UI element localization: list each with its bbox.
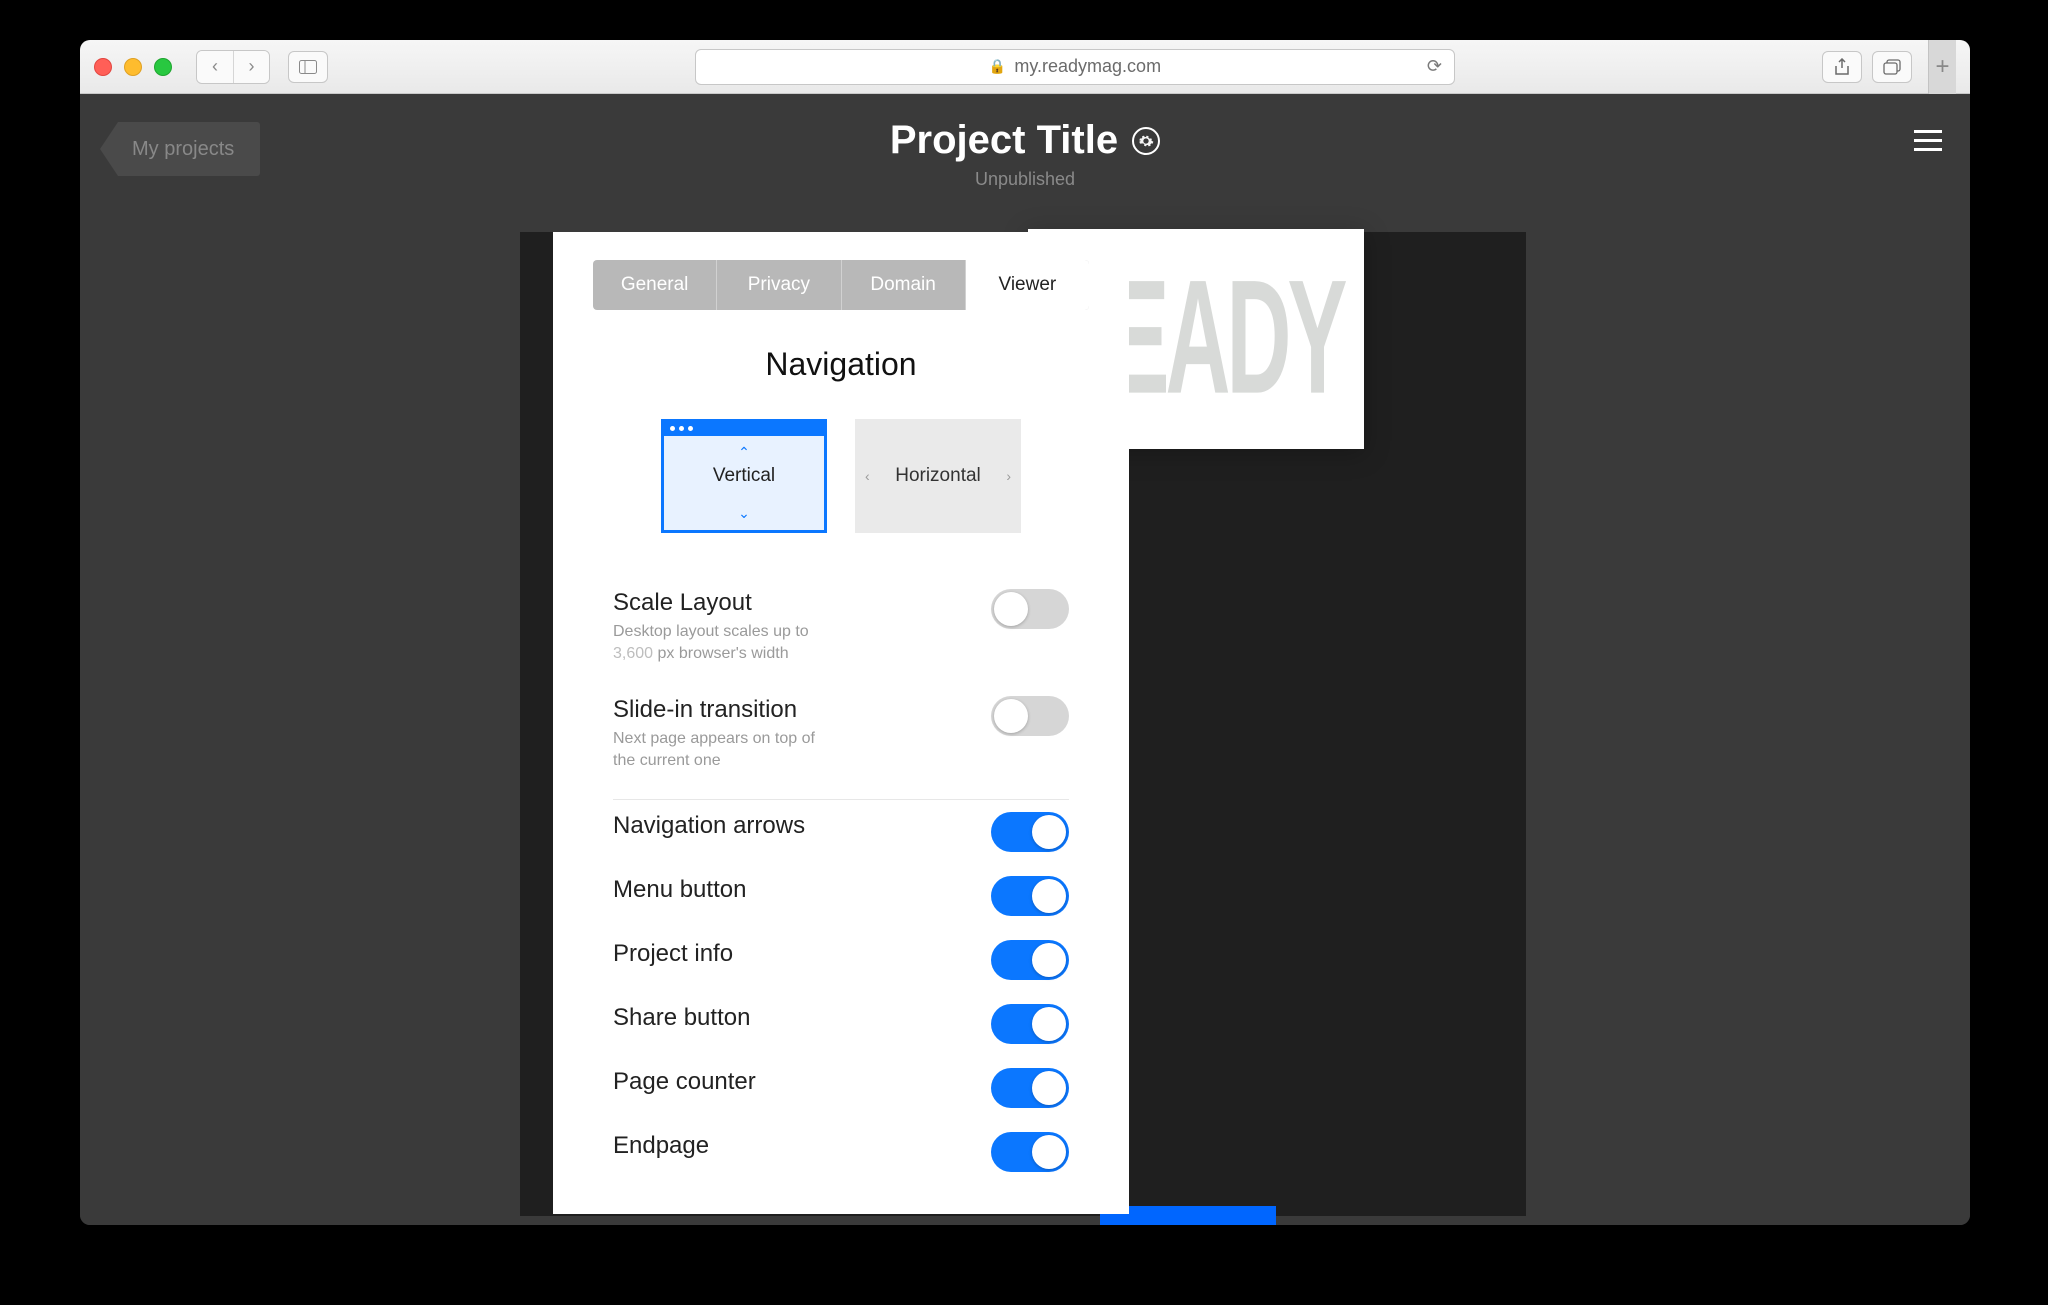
- option-scale-layout: Scale Layout Desktop layout scales up to…: [613, 573, 1069, 680]
- simple-options: Navigation arrows Menu button Project in…: [613, 800, 1069, 1184]
- chevron-left-icon: ‹: [865, 468, 870, 484]
- project-settings-button[interactable]: [1132, 127, 1160, 155]
- new-tab-button[interactable]: +: [1928, 40, 1956, 94]
- nav-mode-vertical-label: Vertical: [713, 465, 775, 487]
- sidebar-toggle-button[interactable]: [288, 51, 328, 83]
- chevron-right-icon: ›: [1006, 468, 1011, 484]
- option-slide-in: Slide-in transition Next page appears on…: [613, 680, 1069, 800]
- scale-layout-desc: Desktop layout scales up to 3,600 px bro…: [613, 621, 833, 664]
- app-viewport: My projects Project Title Unpublished RE…: [80, 94, 1970, 1225]
- hamburger-icon: [1914, 130, 1942, 133]
- navigation-arrows-toggle[interactable]: [991, 812, 1069, 852]
- tab-domain[interactable]: Domain: [842, 260, 966, 310]
- option-page-counter: Page counter: [613, 1056, 1069, 1120]
- editor-canvas[interactable]: READY General Privacy Domain Viewer Navi…: [520, 232, 1526, 1216]
- slide-in-label: Slide-in transition: [613, 696, 833, 724]
- browser-right-controls: [1822, 51, 1912, 83]
- tabs-icon: [1883, 59, 1901, 75]
- share-button-toggle[interactable]: [991, 1004, 1069, 1044]
- window-controls: [94, 58, 186, 76]
- nav-mode-vertical[interactable]: ⌃ Vertical ⌄: [661, 419, 827, 533]
- option-share-button: Share button: [613, 992, 1069, 1056]
- browser-forward-button[interactable]: ›: [233, 51, 269, 83]
- browser-toolbar: ‹ › 🔒 my.readymag.com ⟳ +: [80, 40, 1970, 94]
- address-text: my.readymag.com: [1014, 56, 1161, 77]
- window-minimize-button[interactable]: [124, 58, 142, 76]
- browser-window: ‹ › 🔒 my.readymag.com ⟳ + My projects: [80, 40, 1970, 1225]
- tabs-button[interactable]: [1872, 51, 1912, 83]
- nav-mode-horizontal[interactable]: ‹ Horizontal ›: [855, 419, 1021, 533]
- scale-layout-label: Scale Layout: [613, 589, 833, 617]
- menu-button-toggle[interactable]: [991, 876, 1069, 916]
- slide-in-toggle[interactable]: [991, 696, 1069, 736]
- window-close-button[interactable]: [94, 58, 112, 76]
- nav-mode-selector: ⌃ Vertical ⌄ ‹ Horizontal ›: [553, 419, 1129, 533]
- settings-panel: General Privacy Domain Viewer Navigation…: [553, 232, 1129, 1214]
- gear-icon: [1138, 133, 1154, 149]
- lock-icon: 🔒: [989, 58, 1006, 75]
- nav-mode-horizontal-label: Horizontal: [895, 465, 981, 487]
- chevron-up-icon: ⌃: [738, 444, 750, 461]
- share-icon: [1834, 58, 1850, 76]
- window-dots-icon: [664, 422, 824, 436]
- project-status: Unpublished: [80, 169, 1970, 190]
- option-navigation-arrows: Navigation arrows: [613, 800, 1069, 864]
- scale-layout-toggle[interactable]: [991, 589, 1069, 629]
- endpage-toggle[interactable]: [991, 1132, 1069, 1172]
- page-counter-toggle[interactable]: [991, 1068, 1069, 1108]
- chevron-down-icon: ⌄: [738, 505, 750, 522]
- nav-button-group: ‹ ›: [196, 50, 270, 84]
- tab-general[interactable]: General: [593, 260, 717, 310]
- settings-tabs: General Privacy Domain Viewer: [593, 260, 1089, 310]
- share-button[interactable]: [1822, 51, 1862, 83]
- browser-back-button[interactable]: ‹: [197, 51, 233, 83]
- option-project-info: Project info: [613, 928, 1069, 992]
- project-info-toggle[interactable]: [991, 940, 1069, 980]
- option-menu-button: Menu button: [613, 864, 1069, 928]
- app-topbar: Project Title Unpublished: [80, 118, 1970, 190]
- project-title[interactable]: Project Title: [890, 118, 1118, 163]
- option-endpage: Endpage: [613, 1120, 1069, 1184]
- menu-button[interactable]: [1914, 130, 1942, 151]
- address-bar[interactable]: 🔒 my.readymag.com ⟳: [695, 49, 1455, 85]
- reload-icon[interactable]: ⟳: [1427, 56, 1442, 77]
- tab-privacy[interactable]: Privacy: [717, 260, 841, 310]
- section-title-navigation: Navigation: [553, 346, 1129, 383]
- tab-viewer[interactable]: Viewer: [966, 260, 1089, 310]
- sidebar-icon: [299, 60, 317, 74]
- slide-in-desc: Next page appears on top of the current …: [613, 728, 833, 771]
- window-zoom-button[interactable]: [154, 58, 172, 76]
